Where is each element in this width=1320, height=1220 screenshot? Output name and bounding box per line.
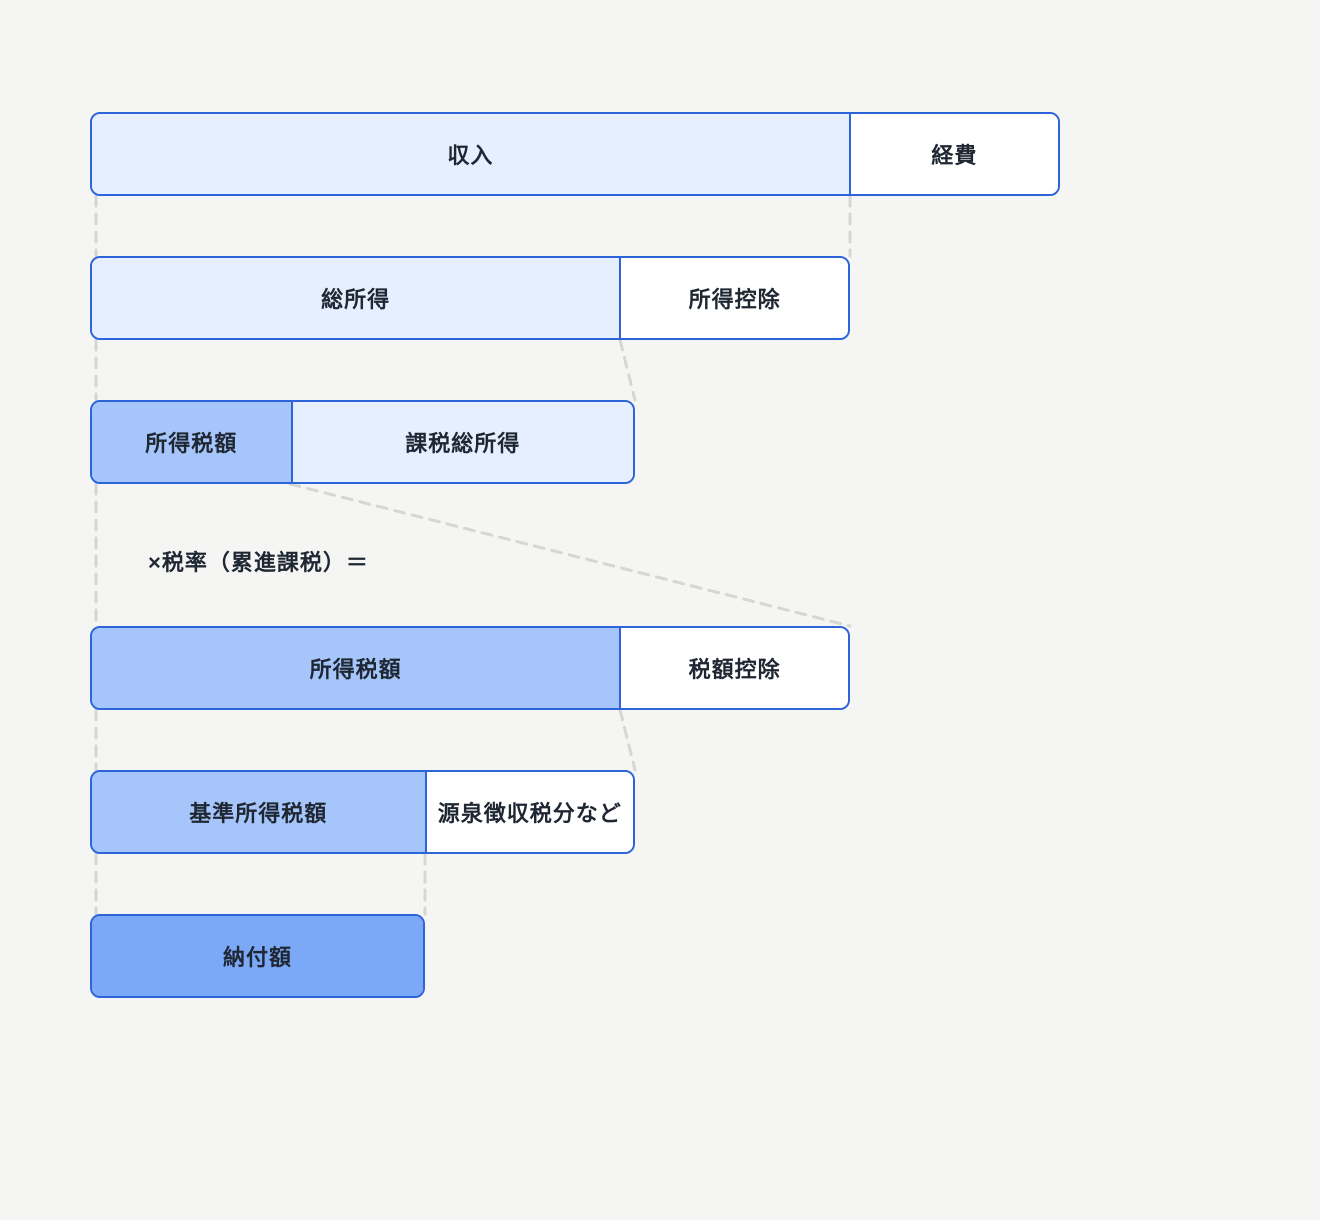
diagram-cell: 源泉徴収税分など xyxy=(425,772,633,852)
diagram-cell: 基準所得税額 xyxy=(92,772,425,852)
diagram-cell: 納付額 xyxy=(92,916,423,996)
diagram-row-1: 総所得所得控除 xyxy=(90,256,850,340)
diagram-cell: 所得税額 xyxy=(92,402,291,482)
diagram-cell: 所得控除 xyxy=(619,258,848,338)
diagram-row-0: 収入経費 xyxy=(90,112,1060,196)
diagram-stage: 収入経費総所得所得控除所得税額課税総所得所得税額税額控除基準所得税額源泉徴収税分… xyxy=(0,0,1320,1220)
diagram-cell: 収入 xyxy=(92,114,849,194)
diagram-cell: 課税総所得 xyxy=(291,402,633,482)
diagram-cell: 所得税額 xyxy=(92,628,619,708)
diagram-cell: 総所得 xyxy=(92,258,619,338)
tax-rate-annotation: ×税率（累進課税）＝ xyxy=(148,545,369,577)
diagram-row-3: 所得税額税額控除 xyxy=(90,626,850,710)
diagram-cell: 税額控除 xyxy=(619,628,848,708)
diagram-cell: 経費 xyxy=(849,114,1058,194)
diagram-row-4: 基準所得税額源泉徴収税分など xyxy=(90,770,635,854)
diagram-row-2: 所得税額課税総所得 xyxy=(90,400,635,484)
diagram-row-5: 納付額 xyxy=(90,914,425,998)
